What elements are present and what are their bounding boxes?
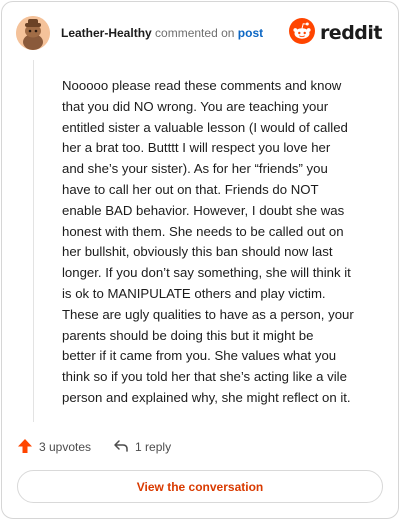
reddit-wordmark: reddit <box>319 22 383 44</box>
username-link[interactable]: Leather-Healthy <box>61 26 152 40</box>
replies-count: 1 reply <box>135 440 172 454</box>
reddit-brand[interactable]: reddit <box>288 17 383 49</box>
comment-card: Leather-Healthy commented on post reddit <box>0 0 400 520</box>
view-conversation-button[interactable]: View the conversation <box>17 470 383 503</box>
upvote-button[interactable]: 3 upvotes <box>17 438 91 457</box>
comment-actions: 3 upvotes 1 reply <box>17 438 171 456</box>
commented-on-text: commented on <box>155 26 235 40</box>
reply-arrow-icon <box>113 438 129 457</box>
comment-body: Nooooo please read these comments and kn… <box>62 78 354 405</box>
post-link[interactable]: post <box>238 26 263 40</box>
upvotes-count: 3 upvotes <box>39 440 92 454</box>
comment-header: Leather-Healthy commented on post reddit <box>16 16 384 50</box>
thread-line <box>33 60 34 422</box>
snoo-avatar-icon[interactable] <box>16 16 50 50</box>
reply-button[interactable]: 1 reply <box>113 438 171 457</box>
comment-attribution: Leather-Healthy commented on post <box>61 25 263 41</box>
reddit-logo-icon <box>288 17 315 49</box>
upvote-arrow-icon <box>17 438 33 457</box>
